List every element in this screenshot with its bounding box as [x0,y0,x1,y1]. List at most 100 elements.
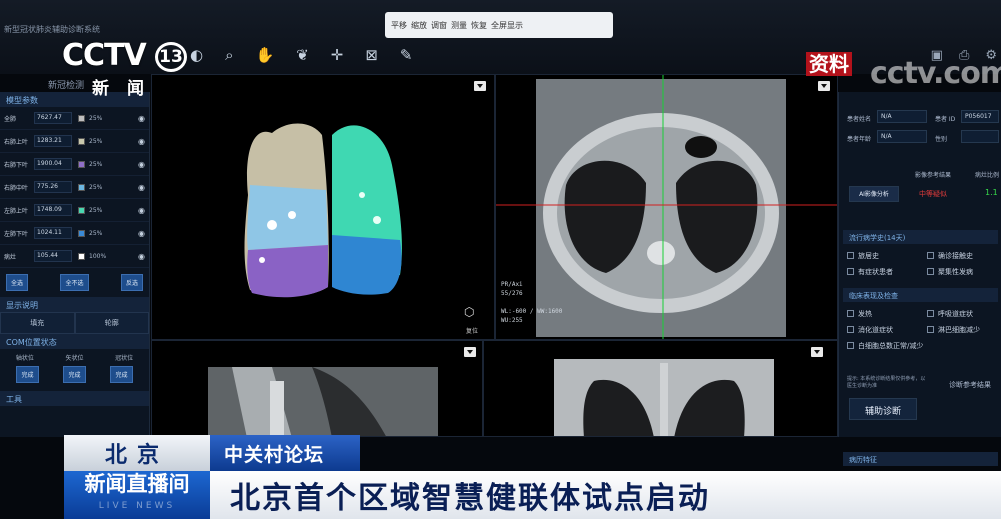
lung-icon[interactable]: ❦ [296,46,309,64]
eye-icon[interactable]: ◉ [138,252,145,261]
window-tool[interactable]: 调窗 [431,20,447,31]
viewport-coronal-menu[interactable] [811,347,823,357]
param-row[interactable]: 右肺下叶 1900.04 25% ◉ [0,153,149,176]
restore-tool[interactable]: 恢复 [471,20,487,31]
pan-tool[interactable]: 平移 [391,20,407,31]
live-label-text: 新闻直播间 [84,472,190,496]
position-buttons: 完成 完成 完成 [0,364,149,385]
symptomatic-checkbox[interactable]: 有症状患者 [847,267,893,277]
eye-icon[interactable]: ◉ [138,137,145,146]
opacity-value[interactable]: 25% [89,184,111,191]
color-swatch[interactable] [78,160,85,168]
reset-view-icon[interactable]: ⬡ [464,305,474,319]
viewport-sagittal-menu[interactable] [464,347,476,357]
lobe-volume: 1748.09 [34,204,72,216]
sex-label: 性别 [935,136,948,143]
wbc-checkbox[interactable]: 白细胞总数正常/减少 [847,341,923,351]
lobe-name: 左肺上叶 [4,207,29,215]
diagnosis-ref-label: 诊断参考结果 [949,381,991,389]
eye-icon[interactable]: ◉ [138,114,145,123]
color-swatch[interactable] [78,183,85,191]
floating-toolbar: 平移 缩放 调窗 测量 恢复 全屏显示 [385,12,613,38]
assist-diagnosis-button[interactable]: 辅助诊断 [849,398,917,420]
param-row[interactable]: 左肺上叶 1748.09 25% ◉ [0,199,149,222]
selection-buttons: 全选 全不选 反选 [0,268,149,297]
axial-done-button[interactable]: 完成 [16,366,39,383]
contact-history-checkbox[interactable]: 确诊接触史 [927,251,973,261]
right-panel: 患者姓名 N/A 患者 ID P056017 患者年龄 N/A 性别 影像参考结… [838,92,1001,466]
contrast-icon[interactable]: ◐ [190,46,203,64]
ai-analysis-button[interactable]: AI影像分析 [849,186,899,202]
viewport-coronal[interactable] [483,340,838,437]
opacity-value[interactable]: 100% [89,253,111,260]
param-row[interactable]: 病灶 105.44 100% ◉ [0,245,149,268]
hand-icon[interactable]: ✋ [256,46,275,64]
fever-checkbox[interactable]: 发热 [847,309,872,319]
coronal-done-button[interactable]: 完成 [110,366,133,383]
opacity-value[interactable]: 25% [89,230,111,237]
tab-outline[interactable]: 轮廓 [74,312,149,334]
viewport-3d-menu[interactable] [474,81,486,91]
fullscreen-tool[interactable]: 全屏显示 [491,20,523,31]
patient-name-field[interactable]: N/A [877,110,927,123]
viewport-3d[interactable]: ⬡ 复位 [151,74,495,340]
color-swatch[interactable] [78,206,85,214]
respiratory-checkbox[interactable]: 呼吸道症状 [927,309,973,319]
section-case-features: 病历特征 [843,452,998,466]
viewport-axial-menu[interactable] [818,81,830,91]
app-title: 新型冠状肺炎辅助诊断系统 [4,25,100,34]
eye-icon[interactable]: ◉ [138,206,145,215]
viewport-axial[interactable]: PR/Axi 55/276 WL:-600 / WW:1600 WU:255 [495,74,838,340]
display-mode-tabs: 填充 轮廓 [0,312,149,334]
select-all-button[interactable]: 全选 [6,274,29,291]
color-swatch[interactable] [78,114,85,122]
select-none-button[interactable]: 全不选 [60,274,89,291]
lymphocyte-checkbox[interactable]: 淋巴细胞减少 [927,325,980,335]
param-row[interactable]: 全肺 7627.47 25% ◉ [0,107,149,130]
color-swatch[interactable] [78,229,85,237]
reset-label: 复位 [466,328,479,335]
sagittal-done-button[interactable]: 完成 [63,366,86,383]
invert-selection-button[interactable]: 反选 [120,274,143,291]
opacity-value[interactable]: 25% [89,207,111,214]
digestive-checkbox[interactable]: 消化道症状 [847,325,893,335]
color-swatch[interactable] [78,137,85,145]
lobe-name: 右肺下叶 [4,161,29,169]
patient-id-label: 患者 ID [935,116,956,123]
news-headline: 北京首个区域智慧健联体试点启动 [210,471,1001,519]
sex-field[interactable] [961,130,999,143]
label-axial: 轴状位 [15,355,34,362]
result-label: 影像参考结果 [915,172,952,179]
eye-icon[interactable]: ◉ [138,183,145,192]
patient-age-label: 患者年龄 [847,136,872,143]
label-coronal: 冠状位 [115,355,134,362]
ratio-value: 1.1 [985,188,998,197]
magnifier-icon[interactable]: ⌕ [225,46,233,64]
tab-fill[interactable]: 填充 [0,312,75,334]
lobe-volume: 775.26 [34,181,72,193]
param-row[interactable]: 右肺上叶 1283.21 25% ◉ [0,130,149,153]
live-sub-text: LIVE NEWS [98,501,176,511]
ruler-icon[interactable]: ⊠ [365,46,378,64]
patient-id-field[interactable]: P056017 [961,110,999,123]
viewport-sagittal[interactable] [151,340,483,437]
measure-tool[interactable]: 测量 [451,20,467,31]
patient-age-field[interactable]: N/A [877,130,927,143]
crosshair-icon[interactable]: ✛ [331,46,344,64]
opacity-value[interactable]: 25% [89,138,111,145]
param-row[interactable]: 右肺中叶 775.26 25% ◉ [0,176,149,199]
opacity-value[interactable]: 25% [89,115,111,122]
color-swatch[interactable] [78,252,85,260]
zoom-tool[interactable]: 缩放 [411,20,427,31]
opacity-value[interactable]: 25% [89,161,111,168]
cluster-checkbox[interactable]: 聚集性发病 [927,267,973,277]
section-tools: 工具 [0,391,149,406]
ct-window-info: PR/Axi 55/276 WL:-600 / WW:1600 WU:255 [501,281,563,324]
screen: 新型冠状肺炎辅助诊断系统 平移 缩放 调窗 测量 恢复 全屏显示 ◐ ⌕ ✋ ❦… [0,0,1001,519]
section-com-status: COM位置状态 [0,334,149,349]
eye-icon[interactable]: ◉ [138,229,145,238]
param-row[interactable]: 左肺下叶 1024.11 25% ◉ [0,222,149,245]
travel-history-checkbox[interactable]: 旅居史 [847,251,879,261]
eye-icon[interactable]: ◉ [138,160,145,169]
pen-icon[interactable]: ✎ [400,46,413,64]
